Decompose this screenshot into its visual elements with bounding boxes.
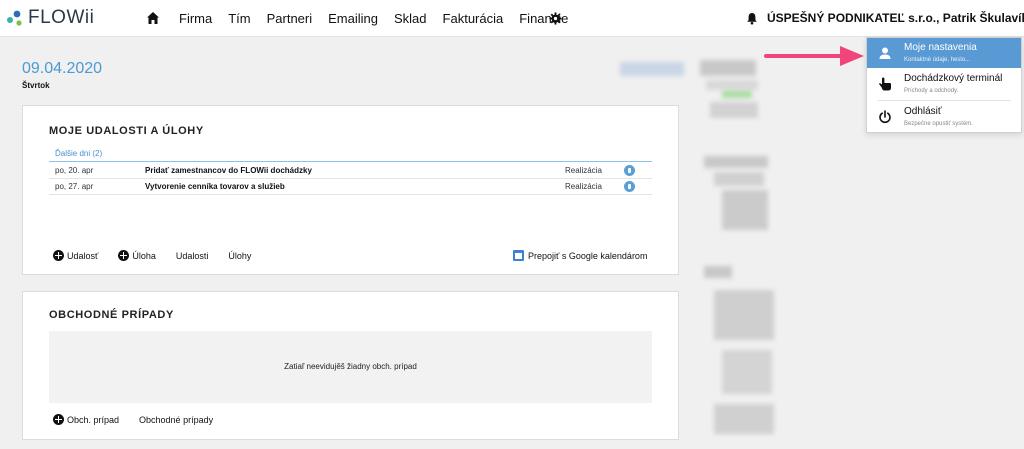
plus-circle-icon: [53, 414, 64, 425]
top-navigation-bar: FLOWii Firma Tím Partneri Emailing Sklad…: [0, 0, 1024, 37]
menu-item-sublabel: Bezpečne opustiť systém.: [904, 121, 973, 127]
add-event-label: Udalosť: [67, 250, 99, 261]
bell-icon[interactable]: [746, 12, 758, 25]
nav-item-sklad[interactable]: Sklad: [394, 11, 427, 26]
events-link[interactable]: Udalosti: [176, 251, 209, 261]
business-cases-card: OBCHODNÉ PRÍPADY Zatiaľ neevidujěš žiadn…: [22, 291, 679, 440]
power-icon: [879, 110, 891, 124]
flowii-logo-icon: [7, 10, 22, 26]
google-calendar-label: Prepojiť s Google kalendárom: [528, 250, 648, 261]
events-tasks-card: MOJE UDALOSTI A ÚLOHY Ďalšie dni (2) po,…: [22, 105, 679, 275]
menu-item-sublabel: Príchody a odchody.: [904, 88, 959, 94]
plus-circle-icon: [118, 250, 130, 261]
google-calendar-link[interactable]: Prepojiť s Google kalendárom: [513, 250, 647, 261]
menu-item-label: Moje nastavenia: [904, 42, 977, 53]
menu-divider: [878, 100, 1011, 101]
menu-item-logout[interactable]: Odhlásiť Bezpečne opustiť systém.: [867, 102, 1021, 132]
annotation-arrow: [764, 46, 864, 66]
menu-item-label: Dochádzkový terminál: [904, 73, 1003, 84]
home-icon[interactable]: [146, 11, 160, 25]
company-user-menu[interactable]: ÚSPEŠNÝ PODNIKATEĽ s.r.o., Patrik Škulav…: [767, 11, 1024, 25]
row-status: Realizácia: [565, 166, 602, 175]
nav-item-partneri[interactable]: Partneri: [267, 11, 313, 26]
nav-item-firma[interactable]: Firma: [179, 11, 212, 26]
google-calendar-icon: [513, 250, 524, 261]
table-row[interactable]: po, 20. apr Pridať zamestnancov do FLOWi…: [49, 163, 652, 179]
gear-icon[interactable]: [549, 12, 562, 25]
add-task-label: Úloha: [132, 250, 156, 261]
events-actions: Udalosť Úloha Udalosti Úlohy: [53, 250, 271, 261]
current-date: 09.04.2020: [22, 60, 103, 77]
user-icon: [879, 47, 891, 59]
add-case-button[interactable]: Obch. prípad: [53, 414, 119, 425]
table-row[interactable]: po, 27. apr Vytvorenie cenníka tovarov a…: [49, 179, 652, 195]
events-card-title: MOJE UDALOSTI A ÚLOHY: [49, 125, 204, 137]
row-date: po, 20. apr: [55, 166, 94, 175]
empty-state-message: Zatiaľ neevidujěš žiadny obch. prípad: [49, 331, 652, 403]
cases-actions: Obch. prípad Obchodné prípady: [53, 414, 233, 425]
current-weekday: Štvrtok: [22, 81, 50, 90]
cases-link[interactable]: Obchodné prípady: [139, 415, 213, 425]
nav-item-fakturacia[interactable]: Fakturácia: [443, 11, 504, 26]
nav-item-emailing[interactable]: Emailing: [328, 11, 378, 26]
menu-item-my-settings[interactable]: Moje nastavenia Kontaktné údaje, heslo..…: [867, 38, 1021, 68]
menu-item-sublabel: Kontaktné údaje, heslo...: [904, 57, 971, 63]
main-menu: Firma Tím Partneri Emailing Sklad Faktur…: [179, 11, 584, 26]
hourglass-icon[interactable]: [624, 165, 635, 176]
cases-card-title: OBCHODNÉ PRÍPADY: [49, 309, 174, 321]
row-title[interactable]: Vytvorenie cenníka tovarov a služieb: [145, 182, 285, 191]
flowii-logo[interactable]: FLOWii: [6, 7, 94, 29]
nav-item-tim[interactable]: Tím: [228, 11, 250, 26]
hourglass-icon[interactable]: [624, 181, 635, 192]
tasks-link[interactable]: Úlohy: [228, 251, 251, 261]
add-case-label: Obch. prípad: [67, 414, 120, 425]
add-event-button[interactable]: Udalosť: [53, 250, 98, 261]
row-date: po, 27. apr: [55, 182, 94, 191]
menu-item-attendance-terminal[interactable]: Dochádzkový terminál Príchody a odchody.: [867, 69, 1021, 99]
user-dropdown-menu: Moje nastavenia Kontaktné údaje, heslo..…: [866, 37, 1022, 133]
upcoming-days-toggle[interactable]: Ďalšie dni (2): [49, 149, 652, 162]
logo-text: FLOWii: [28, 7, 95, 28]
menu-item-label: Odhlásiť: [904, 106, 942, 117]
plus-circle-icon: [53, 250, 64, 261]
add-task-button[interactable]: Úloha: [118, 250, 156, 261]
row-status: Realizácia: [565, 182, 602, 191]
row-title[interactable]: Pridať zamestnancov do FLOWii dochádzky: [145, 166, 312, 175]
hand-pointer-icon: [879, 77, 891, 91]
